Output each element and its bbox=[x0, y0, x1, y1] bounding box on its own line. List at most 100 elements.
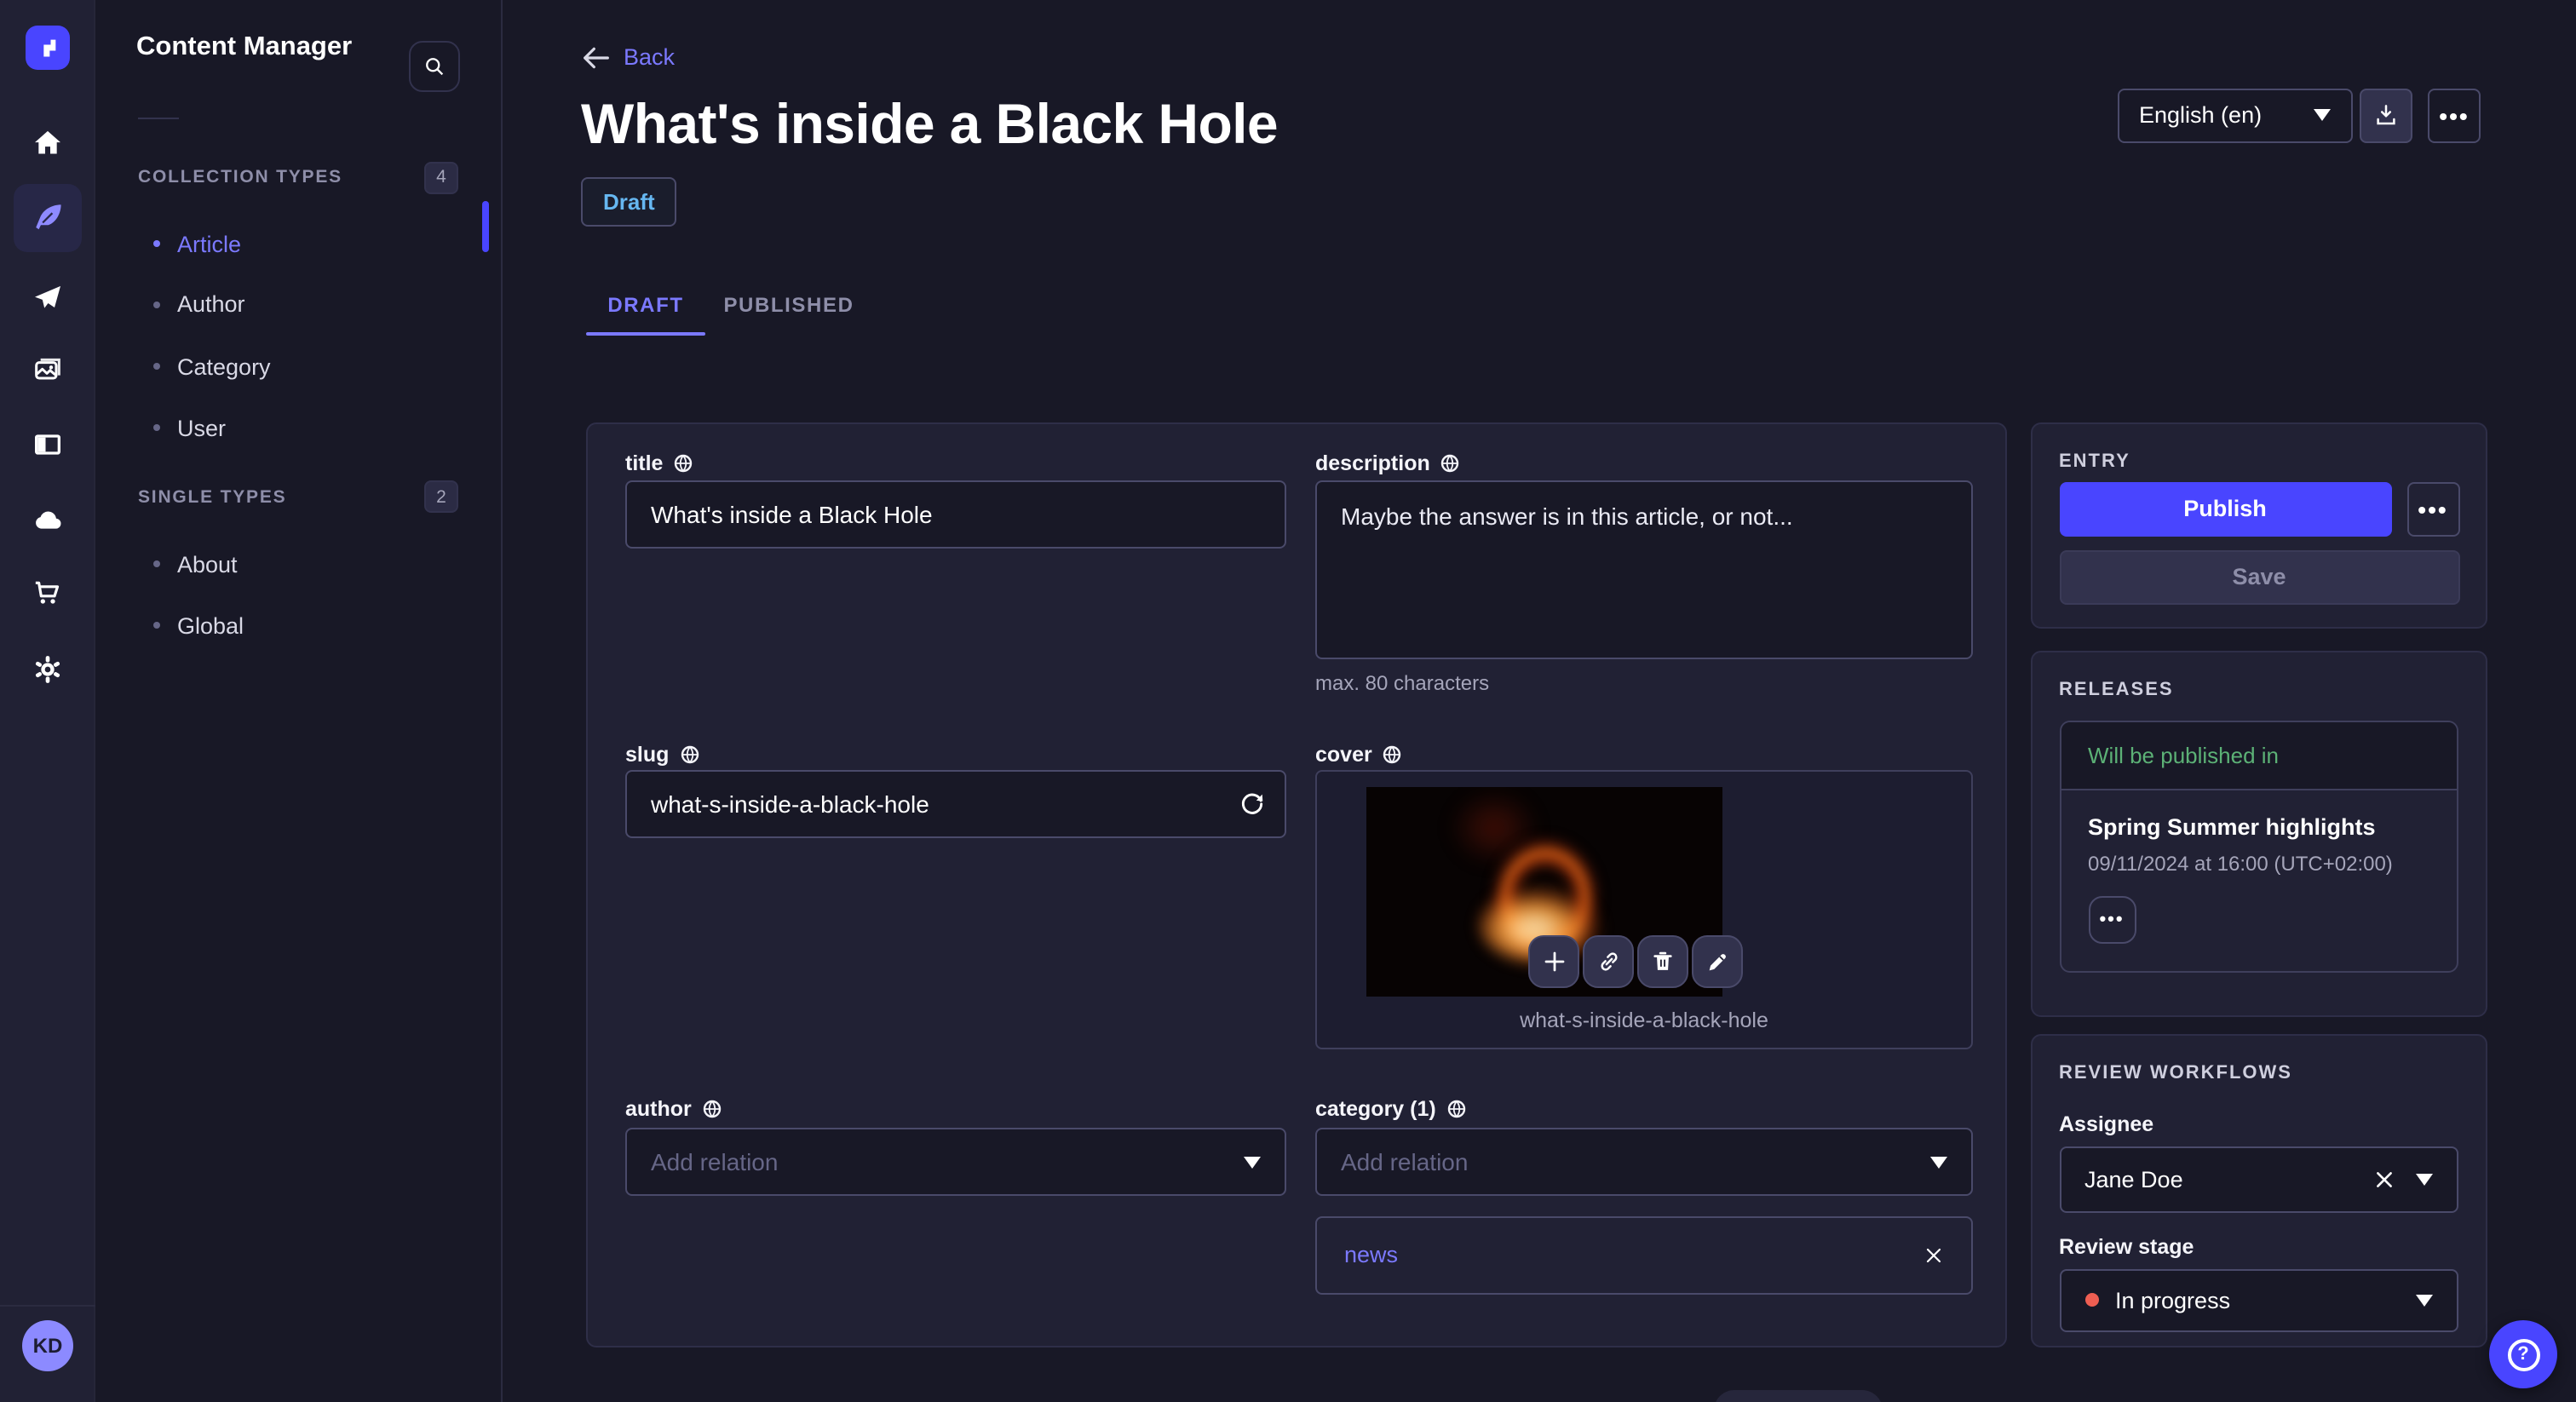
sidebar-scrollbar-thumb[interactable] bbox=[482, 201, 489, 252]
assignee-label: Assignee bbox=[2059, 1112, 2154, 1135]
cover-add-button[interactable] bbox=[1528, 935, 1579, 988]
sidebar-item-label: Global bbox=[177, 612, 244, 638]
description-hint: max. 80 characters bbox=[1315, 671, 1490, 695]
collection-types-count: 4 bbox=[424, 161, 458, 193]
status-badge: Draft bbox=[581, 177, 677, 227]
bullet-icon bbox=[153, 424, 160, 431]
images-icon bbox=[35, 358, 60, 380]
nav-cloud[interactable] bbox=[14, 486, 82, 554]
locale-value: English (en) bbox=[2139, 102, 2263, 128]
nav-content-type-builder[interactable] bbox=[14, 410, 82, 478]
globe-icon bbox=[1447, 1100, 1465, 1118]
nav-media-library[interactable] bbox=[14, 336, 82, 404]
feather-icon bbox=[36, 204, 61, 230]
regenerate-slug-button[interactable] bbox=[1237, 789, 1268, 819]
cover-delete-button[interactable] bbox=[1637, 935, 1688, 988]
bullet-icon bbox=[153, 363, 160, 370]
assignee-combobox[interactable]: Jane Doe bbox=[2059, 1146, 2458, 1212]
sidebar-item-user[interactable]: User bbox=[153, 411, 226, 445]
title-input[interactable] bbox=[625, 480, 1286, 549]
cover-copy-link-button[interactable] bbox=[1583, 935, 1634, 988]
cover-field-label: cover bbox=[1315, 743, 1403, 767]
app: KD Content Manager COLLECTION TYPES 4 Ar… bbox=[0, 0, 2576, 1402]
locale-select[interactable]: English (en) bbox=[2117, 88, 2353, 142]
description-field-label: description bbox=[1315, 451, 1461, 475]
refresh-icon bbox=[1241, 793, 1263, 814]
sidebar-item-global[interactable]: Global bbox=[153, 608, 244, 642]
ellipsis-icon: ••• bbox=[2439, 101, 2470, 129]
remove-relation-icon[interactable] bbox=[1923, 1244, 1944, 1265]
sidebar-item-label: User bbox=[177, 415, 227, 440]
nav-releases[interactable] bbox=[14, 263, 82, 331]
entry-panel-title: ENTRY bbox=[2059, 451, 2130, 472]
link-icon bbox=[1600, 952, 1617, 971]
back-link[interactable]: Back bbox=[583, 44, 675, 70]
assignee-value: Jane Doe bbox=[2084, 1166, 2183, 1192]
release-name: Spring Summer highlights bbox=[2088, 814, 2376, 840]
sidebar-item-label: Author bbox=[177, 291, 245, 317]
review-stage-combobox[interactable]: In progress bbox=[2059, 1268, 2458, 1331]
category-relation-combobox[interactable]: Add relation bbox=[1315, 1128, 1973, 1196]
nav-content-manager[interactable] bbox=[14, 184, 82, 252]
chevron-down-icon bbox=[2416, 1294, 2433, 1306]
home-icon bbox=[35, 130, 60, 154]
label-text: category (1) bbox=[1315, 1097, 1436, 1121]
save-button[interactable]: Save bbox=[2059, 549, 2459, 604]
sidebar-item-author[interactable]: Author bbox=[153, 287, 245, 321]
author-placeholder: Add relation bbox=[651, 1148, 779, 1175]
header-more-button[interactable]: ••• bbox=[2428, 88, 2481, 142]
chevron-down-icon bbox=[2314, 109, 2331, 121]
export-button[interactable] bbox=[2360, 88, 2412, 142]
relation-link-news[interactable]: news bbox=[1344, 1242, 1923, 1267]
ellipsis-icon: ••• bbox=[2418, 495, 2448, 522]
strapi-logo[interactable] bbox=[26, 26, 70, 70]
back-label: Back bbox=[624, 44, 676, 70]
help-button[interactable]: ? bbox=[2489, 1320, 2557, 1388]
author-relation-combobox[interactable]: Add relation bbox=[625, 1128, 1286, 1196]
cover-media-field: what-s-inside-a-black-hole bbox=[1315, 770, 1973, 1049]
tab-published[interactable]: PUBLISHED bbox=[705, 278, 872, 330]
sidebar-item-category[interactable]: Category bbox=[153, 349, 271, 383]
cover-edit-button[interactable] bbox=[1692, 935, 1743, 988]
cart-icon bbox=[35, 581, 60, 604]
bullet-icon bbox=[153, 560, 160, 567]
collapsed-section-peek[interactable] bbox=[1714, 1389, 1883, 1402]
bullet-icon bbox=[153, 240, 160, 247]
slug-field bbox=[625, 770, 1286, 838]
globe-icon bbox=[1441, 454, 1459, 473]
bullet-icon bbox=[153, 301, 160, 307]
download-icon bbox=[2377, 105, 2395, 125]
nav-settings[interactable] bbox=[14, 635, 82, 703]
category-field-label: category (1) bbox=[1315, 1097, 1467, 1121]
sidebar-item-article[interactable]: Article bbox=[153, 227, 241, 261]
sidebar-divider bbox=[138, 118, 179, 119]
label-text: description bbox=[1315, 451, 1430, 475]
tab-draft[interactable]: DRAFT bbox=[586, 278, 705, 330]
description-textarea[interactable]: Maybe the answer is in this article, or … bbox=[1315, 480, 1973, 659]
entry-more-button[interactable]: ••• bbox=[2406, 481, 2459, 536]
nav-home[interactable] bbox=[14, 109, 82, 177]
author-field-label: author bbox=[625, 1097, 722, 1121]
category-relation-item[interactable]: news bbox=[1315, 1215, 1973, 1294]
title-field-label: title bbox=[625, 451, 693, 475]
pencil-icon bbox=[1709, 953, 1726, 970]
release-status: Will be published in bbox=[2061, 721, 2457, 790]
slug-input[interactable] bbox=[625, 770, 1286, 838]
search-button[interactable] bbox=[409, 41, 460, 92]
question-mark-icon: ? bbox=[2507, 1338, 2539, 1370]
user-avatar[interactable]: KD bbox=[22, 1320, 73, 1371]
clear-assignee-icon[interactable] bbox=[2373, 1168, 2395, 1190]
publish-button[interactable]: Publish bbox=[2059, 481, 2391, 536]
sidebar-item-about[interactable]: About bbox=[153, 547, 238, 581]
content-manager-sidebar: Content Manager COLLECTION TYPES 4 Artic… bbox=[95, 0, 503, 1402]
nav-marketplace[interactable] bbox=[14, 559, 82, 627]
single-types-header: SINGLE TYPES bbox=[138, 487, 287, 508]
label-text: cover bbox=[1315, 743, 1372, 767]
slug-field-label: slug bbox=[625, 743, 699, 767]
stage-value: In progress bbox=[2115, 1287, 2231, 1313]
entry-panel: ENTRY Publish ••• Save bbox=[2030, 422, 2487, 629]
releases-panel: RELEASES Will be published in Spring Sum… bbox=[2030, 650, 2487, 1016]
release-more-button[interactable]: ••• bbox=[2088, 896, 2136, 944]
nav-rail: KD bbox=[0, 0, 95, 1402]
chevron-down-icon bbox=[2416, 1173, 2433, 1185]
